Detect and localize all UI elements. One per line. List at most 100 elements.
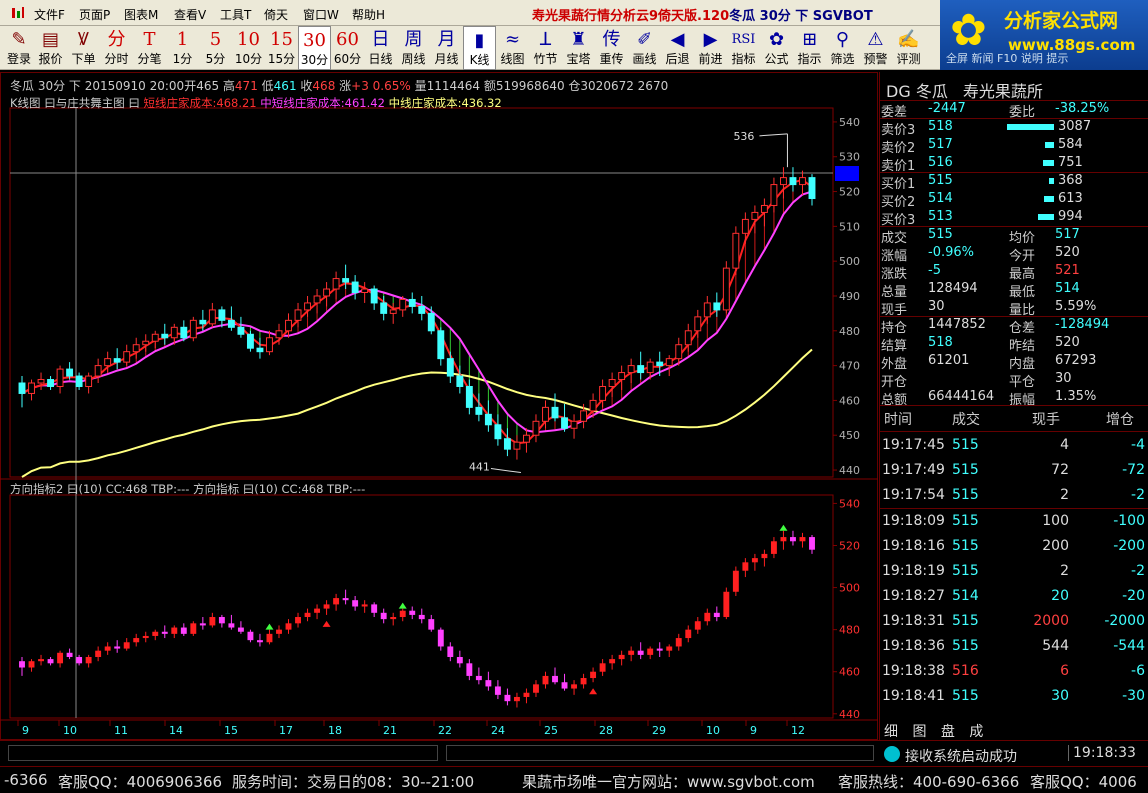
indicator-bar (333, 598, 340, 605)
toolbar-button-12[interactable]: 日日线 (364, 26, 397, 70)
indicator-bar (66, 652, 73, 657)
candle-down (808, 177, 816, 200)
trade-change: -2 (1131, 487, 1145, 503)
stat-row: 现手 30 量比 5.59% (880, 298, 1148, 318)
indicator-bar (19, 661, 25, 668)
toolbar-button-20[interactable]: ✐ 画线 (628, 26, 661, 70)
menu-yitian[interactable]: 倚天 (264, 6, 288, 23)
stat-value: 514 (1055, 281, 1080, 296)
stat-value: -0.96% (928, 245, 974, 260)
toolbar-button-7[interactable]: 5 5分 (199, 26, 232, 70)
toolbar-button-19[interactable]: 传重传 (595, 26, 628, 70)
toolbar-button-21[interactable]: ◀ 后退 (661, 26, 694, 70)
candle-up (332, 278, 340, 290)
menu-tools[interactable]: 工具T (220, 6, 251, 23)
brand-logo: ✿ 分析家公式网 www.88gs.com 全屏 新闻 F10 说明 提示 (940, 0, 1148, 70)
ticker-part-a: -6366 (4, 771, 48, 789)
toolbar-button-9[interactable]: 15 15分 (265, 26, 298, 70)
toolbar-button-2[interactable]: ▤ 报价 (34, 26, 67, 70)
toolbar-button-16[interactable]: ≈ 线图 (496, 26, 529, 70)
monthly-icon: 月 (437, 29, 456, 50)
indicator-bar (751, 558, 758, 563)
trade-row[interactable]: 19:18:31 515 2000 -2000 (880, 610, 1148, 634)
stat-row: 外盘 61201 内盘 67293 (880, 352, 1148, 372)
toolbar-button-25[interactable]: ⊞ 指示 (793, 26, 826, 70)
bid-row[interactable]: 买价1 515 368 (880, 172, 1148, 192)
toolbar-button-24[interactable]: ✿ 公式 (760, 26, 793, 70)
trade-row[interactable]: 19:18:16 515 200 -200 (880, 535, 1148, 559)
trade-row[interactable]: 19:18:38 516 6 -6 (880, 660, 1148, 684)
candle-up (313, 295, 321, 304)
candle-down (199, 319, 207, 325)
trade-row[interactable]: 19:18:27 514 20 -20 (880, 585, 1148, 609)
toolbar-button-3[interactable]: Ꝟ 下单 (67, 26, 100, 70)
menu-file[interactable]: 文件F (34, 6, 65, 23)
x-tick-label: 9 (750, 724, 757, 737)
toolbar-button-23[interactable]: RSI 指标 (727, 26, 760, 70)
candle-up (151, 333, 159, 342)
trade-time: 19:18:38 (882, 663, 945, 679)
trade-row[interactable]: 19:17:49 515 72 -72 (880, 459, 1148, 483)
trade-row[interactable]: 19:18:41 515 30 -30 (880, 685, 1148, 709)
toolbar-button-6[interactable]: 1 1分 (166, 26, 199, 70)
toolbar-button-13[interactable]: 周周线 (397, 26, 430, 70)
toolbar-button-17[interactable]: ꓕ 竹节 (529, 26, 562, 70)
candle-up (142, 340, 150, 346)
status-scroll-left[interactable] (8, 745, 438, 761)
toolbar-button-5[interactable]: T 分笔 (133, 26, 166, 70)
toolbar-button-14[interactable]: 月月线 (430, 26, 463, 70)
tab-detail[interactable]: 细 (884, 724, 898, 740)
menu-chart[interactable]: 图表M (124, 6, 158, 23)
candle-down (161, 333, 169, 339)
bid-row[interactable]: 买价2 514 613 (880, 190, 1148, 210)
toolbar-button-22[interactable]: ▶ 前进 (694, 26, 727, 70)
indicator-bar (523, 692, 530, 697)
tab-chart[interactable]: 图 (912, 724, 926, 740)
indicator-panel-frame (9, 494, 834, 719)
toolbar-label: 线图 (500, 52, 525, 66)
tab-trades[interactable]: 成 (969, 724, 983, 740)
trade-time: 19:18:31 (882, 613, 945, 629)
toolbar-button-4[interactable]: 分分时 (100, 26, 133, 70)
menu-page[interactable]: 页面P (79, 6, 110, 23)
toolbar-label: 月线 (434, 52, 459, 66)
peak-price-label: 536 (733, 130, 754, 143)
candle-up (399, 298, 407, 311)
trade-row[interactable]: 19:18:36 515 544 -544 (880, 635, 1148, 659)
trade-row[interactable]: 19:18:19 515 2 -2 (880, 560, 1148, 584)
menu-window[interactable]: 窗口W (303, 6, 339, 23)
candle-down (561, 417, 568, 429)
menu-view[interactable]: 查看V (174, 6, 206, 23)
indicator-bar (285, 623, 292, 630)
evaluate-icon: ✍ (897, 29, 920, 50)
toolbar-button-11[interactable]: 60 60分 (331, 26, 364, 70)
toolbar-button-27[interactable]: ⚠ 预警 (859, 26, 892, 70)
candle-up (542, 406, 549, 422)
candle-down (256, 347, 264, 353)
bid-row[interactable]: 买价3 513 994 (880, 208, 1148, 228)
toolbar-button-10[interactable]: 30 30分 (298, 26, 331, 70)
toolbar-button-15[interactable]: ▮ K线 (463, 26, 496, 70)
ask-row[interactable]: 卖价3 518 3087 (880, 118, 1148, 138)
trade-row[interactable]: 19:18:09 515 100 -100 (880, 510, 1148, 534)
ask-row[interactable]: 卖价1 516 751 (880, 154, 1148, 174)
ask-row[interactable]: 卖价2 517 584 (880, 136, 1148, 156)
toolbar-button-26[interactable]: ⚲ 筛选 (826, 26, 859, 70)
toolbar-button-28[interactable]: ✍ 评测 (892, 26, 925, 70)
trade-row[interactable]: 19:17:45 515 4 -4 (880, 434, 1148, 458)
kline-chart[interactable]: 540 530 520 510 500 490 480 470 460 450 440 540 520 5… (0, 72, 878, 740)
tab-book[interactable]: 盘 (941, 724, 955, 740)
toolbar-button-1[interactable]: ✎ 登录 (4, 26, 34, 70)
toolbar-button-18[interactable]: ♜ 宝塔 (562, 26, 595, 70)
ask-price: 517 (928, 137, 953, 152)
toolbar-label: 指标 (731, 52, 756, 66)
menu-help[interactable]: 帮助H (352, 6, 385, 23)
trade-row[interactable]: 19:17:54 515 2 -2 (880, 484, 1148, 508)
candle-up (523, 434, 530, 443)
status-scroll-right[interactable] (446, 745, 874, 761)
toolbar-button-8[interactable]: 10 10分 (232, 26, 265, 70)
stat-row: 总量 128494 最低 514 (880, 280, 1148, 300)
x-tick-label: 15 (224, 724, 238, 737)
trade-volume: 100 (1042, 513, 1069, 529)
price-tick-label: 470 (839, 360, 860, 373)
